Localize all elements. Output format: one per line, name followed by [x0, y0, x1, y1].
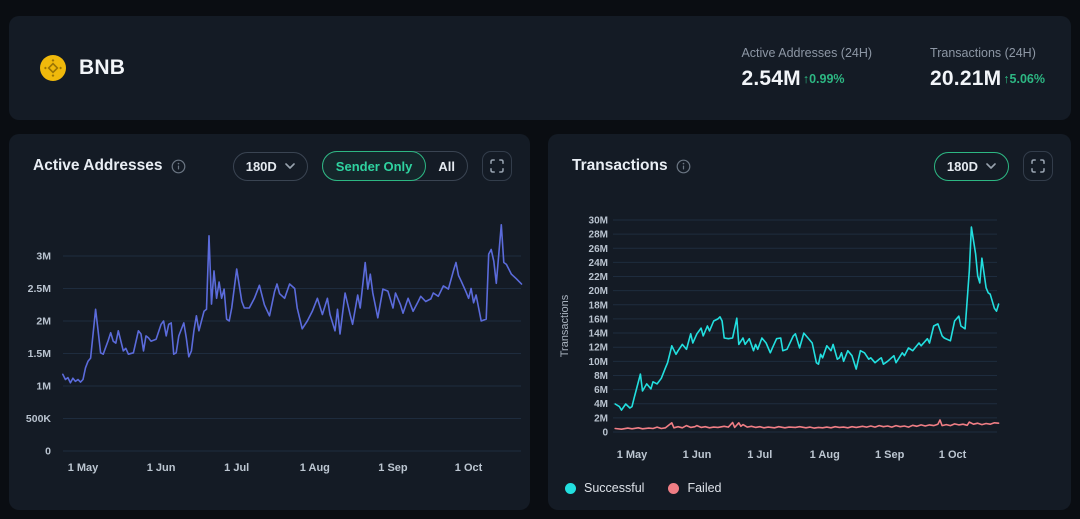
svg-text:1M: 1M [36, 381, 51, 393]
svg-text:28M: 28M [589, 230, 608, 241]
svg-text:1 Oct: 1 Oct [939, 449, 967, 461]
info-icon[interactable] [676, 159, 691, 174]
svg-text:1 Jun: 1 Jun [147, 462, 176, 474]
filter-sender-only[interactable]: Sender Only [322, 151, 427, 181]
transactions-card: Transactions 180D 0 2M 4M 6M 8M 10M 12M 14M 16M 1… [548, 134, 1071, 510]
svg-text:1 Jul: 1 Jul [747, 449, 772, 461]
failed-dot-icon [668, 483, 679, 494]
svg-text:12M: 12M [589, 343, 608, 354]
svg-text:2M: 2M [594, 413, 608, 424]
stat-active-addresses: Active Addresses (24H) 2.54M ↑0.99% [741, 46, 872, 91]
svg-text:2M: 2M [36, 316, 51, 328]
svg-text:2.5M: 2.5M [28, 283, 52, 295]
expand-icon[interactable] [1023, 151, 1053, 181]
expand-icon[interactable] [482, 151, 512, 181]
svg-text:16M: 16M [589, 314, 608, 325]
successful-dot-icon [565, 483, 576, 494]
svg-text:6M: 6M [594, 385, 608, 396]
timeframe-dropdown[interactable]: 180D [934, 152, 1009, 181]
stat-label: Transactions (24H) [930, 46, 1045, 60]
header-stats: Active Addresses (24H) 2.54M ↑0.99% Tran… [741, 46, 1045, 91]
svg-text:24M: 24M [589, 258, 608, 269]
stat-value: 20.21M [930, 67, 1001, 91]
chevron-down-icon [986, 163, 996, 169]
svg-text:1 May: 1 May [617, 449, 648, 461]
filter-all[interactable]: All [426, 152, 467, 180]
svg-text:1 Aug: 1 Aug [810, 449, 840, 461]
svg-text:1 Aug: 1 Aug [300, 462, 330, 474]
svg-text:500K: 500K [26, 413, 52, 425]
coin-title: BNB [79, 56, 125, 80]
chart-title: Transactions [572, 157, 668, 175]
bnb-coin-icon [39, 54, 67, 82]
dashboard-page: BNB Active Addresses (24H) 2.54M ↑0.99% … [0, 0, 1080, 519]
chart-title: Active Addresses [33, 157, 163, 175]
svg-text:4M: 4M [594, 399, 608, 410]
stat-change: ↑0.99% [803, 72, 845, 86]
svg-text:1 Oct: 1 Oct [455, 462, 483, 474]
timeframe-value: 180D [246, 159, 277, 174]
legend-item-successful[interactable]: Successful [565, 481, 644, 495]
coin-info: BNB [39, 54, 125, 82]
stat-change: ↑5.06% [1003, 72, 1045, 86]
stat-change-percent: 0.99% [809, 72, 844, 86]
svg-text:14M: 14M [589, 329, 608, 340]
stat-change-percent: 5.06% [1010, 72, 1045, 86]
legend-item-failed[interactable]: Failed [668, 481, 721, 495]
svg-text:30M: 30M [589, 215, 608, 226]
stat-value: 2.54M [741, 67, 800, 91]
svg-text:18M: 18M [589, 300, 608, 311]
coin-header-card: BNB Active Addresses (24H) 2.54M ↑0.99% … [9, 16, 1071, 120]
timeframe-value: 180D [947, 159, 978, 174]
svg-text:1 Sep: 1 Sep [378, 462, 408, 474]
svg-text:0: 0 [45, 446, 51, 458]
info-icon[interactable] [171, 159, 186, 174]
svg-text:1 May: 1 May [68, 462, 99, 474]
svg-text:1.5M: 1.5M [28, 348, 52, 360]
svg-text:10M: 10M [589, 357, 608, 368]
stat-label: Active Addresses (24H) [741, 46, 872, 60]
stat-transactions: Transactions (24H) 20.21M ↑5.06% [930, 46, 1045, 91]
svg-text:1 Jun: 1 Jun [683, 449, 712, 461]
sender-filter-group: Sender Only All [322, 151, 468, 181]
svg-text:22M: 22M [589, 272, 608, 283]
chevron-down-icon [285, 163, 295, 169]
svg-text:1 Jul: 1 Jul [224, 462, 249, 474]
svg-text:1 Sep: 1 Sep [875, 449, 905, 461]
transactions-chart[interactable]: 0 2M 4M 6M 8M 10M 12M 14M 16M 18M 20M 22M 24M 26M 28M 3… [548, 134, 1071, 510]
svg-text:26M: 26M [589, 244, 608, 255]
legend-label: Failed [687, 481, 721, 495]
svg-text:Transactions: Transactions [559, 294, 571, 357]
svg-text:3M: 3M [36, 251, 51, 263]
timeframe-dropdown[interactable]: 180D [233, 152, 308, 181]
legend-label: Successful [584, 481, 644, 495]
svg-text:20M: 20M [589, 286, 608, 297]
svg-text:8M: 8M [594, 371, 608, 382]
active-addresses-card: Active Addresses 180D Sender Only All [9, 134, 530, 510]
chart-legend: Successful Failed [565, 481, 722, 495]
svg-text:0: 0 [602, 428, 608, 439]
active-addresses-chart[interactable]: 0 500K 1M 1.5M 2M 2.5M 3M 1 May 1 Jun 1 Jul 1 Aug 1… [9, 134, 530, 510]
